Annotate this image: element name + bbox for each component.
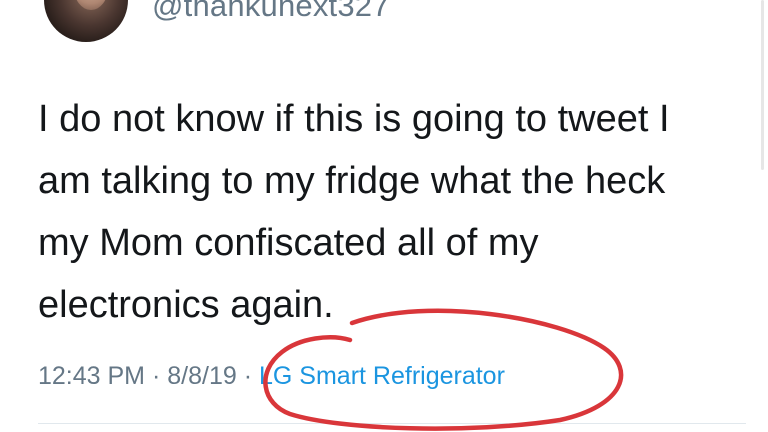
tweet-meta: 12:43 PM · 8/8/19 · LG Smart Refrigerato…: [38, 362, 505, 391]
tweet-date[interactable]: 8/8/19: [167, 362, 237, 390]
divider: [38, 423, 746, 424]
tweet-text: I do not know if this is going to tweet …: [38, 98, 670, 326]
user-handle[interactable]: @thankunext327: [152, 0, 390, 24]
tweet-card: @thankunext327 I do not know if this is …: [0, 0, 768, 432]
avatar[interactable]: [44, 0, 128, 42]
meta-separator: ·: [243, 362, 253, 390]
scrollbar[interactable]: [761, 0, 764, 170]
tweet-time[interactable]: 12:43 PM: [38, 362, 145, 390]
avatar-photo: [74, 0, 108, 10]
tweet-source-link[interactable]: LG Smart Refrigerator: [259, 362, 505, 390]
meta-separator: ·: [151, 362, 161, 390]
